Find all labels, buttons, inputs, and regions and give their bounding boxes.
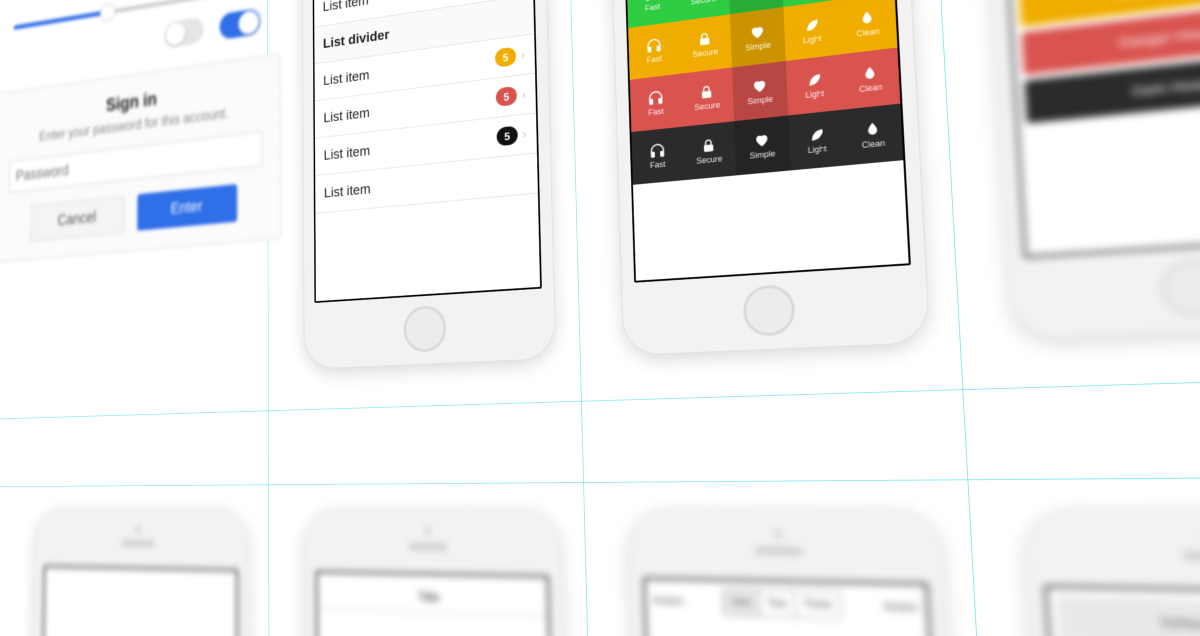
home-button[interactable] — [742, 284, 795, 337]
tab-label: Simple — [749, 149, 775, 161]
tab-label: Fast — [650, 160, 666, 170]
tab-label: Clean — [859, 82, 883, 94]
heart-icon — [751, 77, 768, 95]
tab-label: Clean — [862, 138, 886, 150]
tab-label: Simple — [745, 40, 771, 52]
tab-light[interactable]: Light — [786, 54, 844, 115]
lock-icon — [700, 137, 717, 155]
tab-label: Light — [803, 34, 822, 45]
tab-label: Light — [808, 144, 827, 155]
cancel-button[interactable]: Cancel — [30, 196, 125, 242]
leaf-icon — [805, 70, 823, 88]
list-item-label: List item — [324, 129, 497, 164]
headphones-icon — [647, 89, 663, 107]
tab-fast[interactable]: Fast — [630, 74, 682, 132]
tab-light[interactable]: Light — [788, 110, 846, 171]
phone-bottom-1 — [28, 509, 249, 636]
count-badge: 5 — [495, 47, 516, 68]
tab-label: Secure — [694, 100, 720, 112]
tab-simple[interactable]: Simple — [730, 7, 786, 67]
leaf-icon — [807, 126, 825, 144]
phone-bottom-2: Title — [305, 509, 575, 636]
lock-icon — [698, 83, 715, 101]
chevron-right-icon: › — [521, 48, 525, 63]
drop-icon — [858, 8, 876, 27]
tab-fast[interactable]: Fast — [628, 21, 680, 80]
screen-headers: Secondary HeaderPrimary HeaderInfo Heade… — [996, 0, 1200, 258]
tab-simple[interactable]: Simple — [734, 116, 790, 176]
heart-icon — [749, 23, 766, 41]
chevron-right-icon: › — [522, 87, 526, 102]
phone-headers: Secondary HeaderPrimary HeaderInfo Heade… — [976, 0, 1200, 339]
home-button[interactable] — [404, 305, 447, 353]
screen-segments: Action OneTwoThree Action — [643, 577, 954, 636]
enter-button[interactable]: Enter — [137, 184, 237, 231]
tab-label: Fast — [646, 54, 662, 65]
phone-bottom-4: Default Header Secondary Header — [1023, 510, 1200, 636]
chevron-right-icon: › — [522, 127, 526, 142]
drop-icon — [863, 120, 882, 139]
tab-label: Light — [805, 89, 824, 100]
tab-label: Simple — [747, 94, 773, 106]
tab-clean[interactable]: Clean — [838, 0, 897, 54]
signin-panel: Sign in Enter your password for this acc… — [0, 0, 282, 264]
title-bar: Title — [318, 580, 548, 617]
tab-simple[interactable]: Simple — [732, 61, 788, 121]
tab-label: Fast — [648, 107, 664, 117]
slider-thumb[interactable] — [100, 2, 115, 22]
tab-secure[interactable]: Secure — [682, 121, 736, 180]
tab-fast[interactable]: Fast — [631, 127, 684, 185]
screen-blank — [38, 566, 238, 636]
segment-two[interactable]: Two — [759, 590, 796, 616]
tab-label: Secure — [691, 0, 717, 6]
signin-dialog: Sign in Enter your password for this acc… — [0, 53, 282, 264]
tab-label: Secure — [696, 154, 722, 165]
headphones-icon — [646, 37, 662, 55]
segment-one[interactable]: One — [723, 590, 760, 616]
screen-list: List item5›List item5›List item5›List di… — [312, 0, 542, 303]
tab-light[interactable]: Light — [783, 0, 840, 61]
toggle-off[interactable] — [164, 17, 203, 48]
screen-headers-b: Default Header Secondary Header — [1044, 585, 1200, 636]
home-button[interactable] — [1159, 258, 1200, 318]
segmented-control[interactable]: OneTwoThree — [722, 589, 842, 619]
seg-right[interactable]: Action — [883, 599, 918, 614]
headphones-icon — [649, 142, 665, 159]
header-default: Default Header — [1056, 596, 1200, 636]
tab-secure[interactable]: Secure — [680, 67, 734, 126]
lock-icon — [696, 30, 713, 48]
toggle-on[interactable] — [220, 8, 261, 40]
segment-three[interactable]: Three — [795, 591, 841, 618]
phone-tabs: Fast Secure Simple Light Clean Fast Secure Simp… — [607, 0, 931, 356]
count-badge: 5 — [497, 126, 518, 147]
tab-label: Clean — [856, 26, 880, 38]
heart-icon — [753, 131, 770, 149]
leaf-icon — [803, 16, 821, 35]
drop-icon — [861, 64, 880, 83]
screen-title: Title — [316, 571, 559, 636]
tab-secure[interactable]: Secure — [678, 14, 732, 74]
phone-list: List item5›List item5›List item5›List di… — [301, 0, 556, 370]
tab-label: Secure — [692, 47, 718, 59]
tab-label: Fast — [645, 2, 661, 13]
phone-bottom-3: Action OneTwoThree Action — [628, 509, 976, 636]
screen-tabs: Fast Secure Simple Light Clean Fast Secure Simp… — [621, 0, 911, 283]
seg-left[interactable]: Action — [653, 594, 684, 608]
tab-clean[interactable]: Clean — [843, 104, 903, 166]
count-badge: 5 — [496, 86, 517, 107]
tab-clean[interactable]: Clean — [841, 48, 901, 110]
